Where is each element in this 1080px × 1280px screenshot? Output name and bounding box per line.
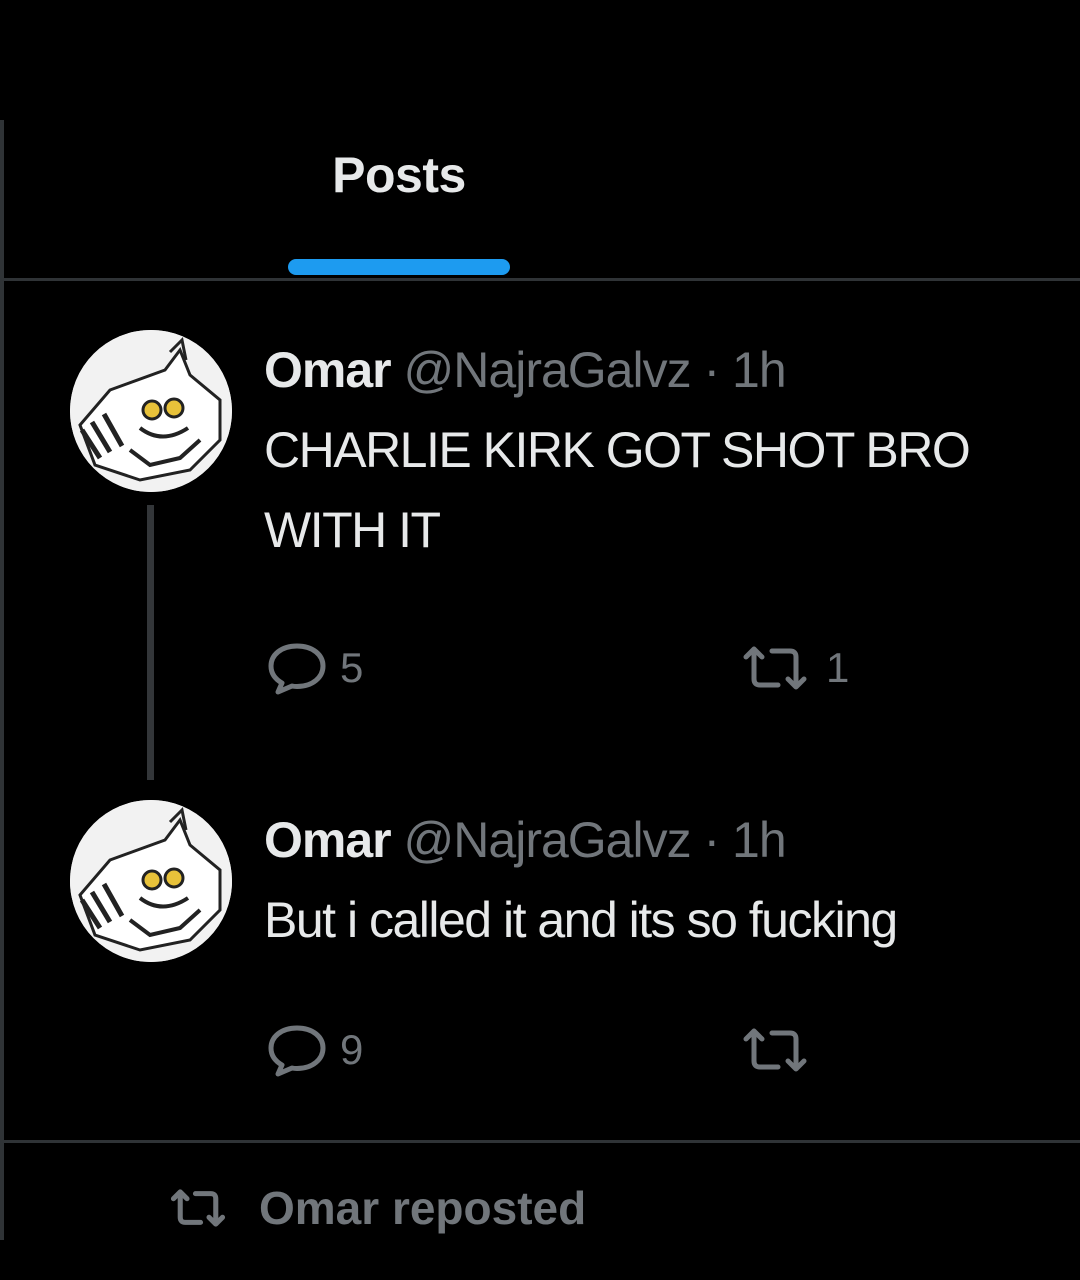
separator-dot: · bbox=[703, 342, 720, 398]
avatar-image bbox=[70, 800, 232, 962]
post-item[interactable]: Omar @NajraGalvz · 1h CHARLIE KIRK GOT S… bbox=[4, 300, 1080, 780]
post-text-line: CHARLIE KIRK GOT SHOT BRO bbox=[264, 422, 971, 478]
separator-dot: · bbox=[703, 812, 720, 868]
post-timestamp[interactable]: 1h bbox=[732, 342, 787, 398]
speech-bubble-icon bbox=[268, 1025, 326, 1077]
author-handle[interactable]: @NajraGalvz bbox=[404, 812, 692, 868]
tab-divider bbox=[4, 278, 1080, 281]
repost-button[interactable]: 1 bbox=[736, 638, 849, 698]
post-item[interactable]: Omar @NajraGalvz · 1h But i called it an… bbox=[4, 780, 1080, 1140]
post-divider bbox=[4, 1140, 1080, 1143]
reply-count: 5 bbox=[340, 644, 364, 691]
post-text-line: But i called it and its so fucking bbox=[264, 892, 898, 948]
post-text-line: WITH IT bbox=[264, 502, 441, 558]
post-body: Omar @NajraGalvz · 1h CHARLIE KIRK GOT S… bbox=[264, 330, 1080, 570]
repost-count: 1 bbox=[826, 644, 850, 691]
post-actions: 5 1 bbox=[266, 638, 1080, 698]
post-body: Omar @NajraGalvz · 1h But i called it an… bbox=[264, 800, 1080, 960]
repost-arrows-icon bbox=[170, 1189, 226, 1227]
post-header: Omar @NajraGalvz · 1h bbox=[264, 800, 1080, 880]
thread-connector bbox=[147, 505, 154, 780]
tab-posts-label: Posts bbox=[332, 147, 466, 203]
reply-button[interactable]: 9 bbox=[266, 1020, 363, 1080]
repost-banner[interactable]: Omar reposted bbox=[165, 1178, 586, 1238]
tab-bar: Posts bbox=[4, 120, 1080, 280]
author-name[interactable]: Omar bbox=[264, 342, 392, 398]
avatar[interactable] bbox=[70, 800, 232, 962]
repost-button[interactable] bbox=[736, 1020, 826, 1080]
repost-banner-text: Omar reposted bbox=[259, 1182, 587, 1234]
avatar-image bbox=[70, 330, 232, 492]
reply-button[interactable]: 5 bbox=[266, 638, 363, 698]
author-handle[interactable]: @NajraGalvz bbox=[404, 342, 692, 398]
repost-arrows-icon bbox=[743, 646, 807, 690]
speech-bubble-icon bbox=[268, 643, 326, 695]
repost-arrows-icon bbox=[743, 1028, 807, 1072]
avatar[interactable] bbox=[70, 330, 232, 492]
profile-timeline: Posts Omar @NajraGalvz · 1h CHARLIE KIRK… bbox=[0, 0, 1080, 1280]
tab-posts[interactable]: Posts bbox=[284, 120, 514, 280]
author-name[interactable]: Omar bbox=[264, 812, 392, 868]
post-actions: 9 bbox=[266, 1020, 1080, 1080]
reply-count: 9 bbox=[340, 1026, 364, 1073]
post-timestamp[interactable]: 1h bbox=[732, 812, 787, 868]
active-tab-indicator bbox=[288, 259, 510, 275]
post-header: Omar @NajraGalvz · 1h bbox=[264, 330, 1080, 410]
